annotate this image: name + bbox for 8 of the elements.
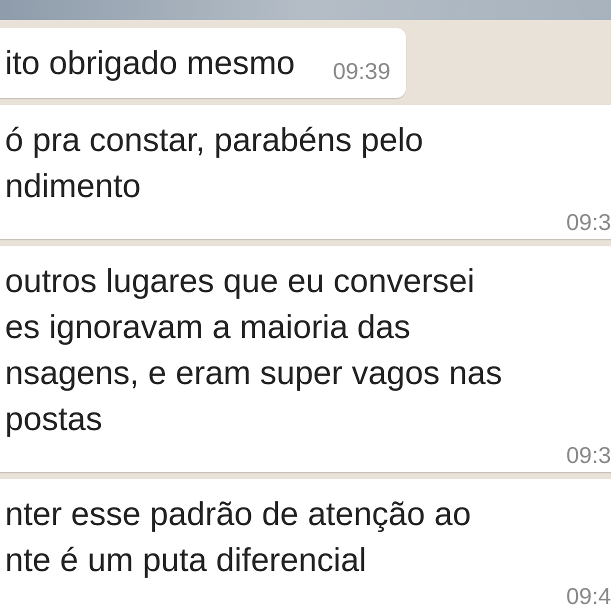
message-text: outros lugares que eu conversei es ignoravam a maioria das nsagens, e eram super vagos nas postas (5, 261, 504, 439)
message-time: 09:3 (566, 209, 611, 235)
message-text: ito obrigado mesmo (5, 43, 295, 83)
message-time: 09:4 (566, 583, 611, 609)
message-text: ó pra constar, parabéns pelo ndimento (5, 120, 424, 206)
message-text: nter esse padrão de atenção ao nte é um puta diferencial (5, 494, 472, 580)
message-time: 09:3 (566, 442, 611, 468)
message-time: 09:39 (332, 58, 390, 84)
